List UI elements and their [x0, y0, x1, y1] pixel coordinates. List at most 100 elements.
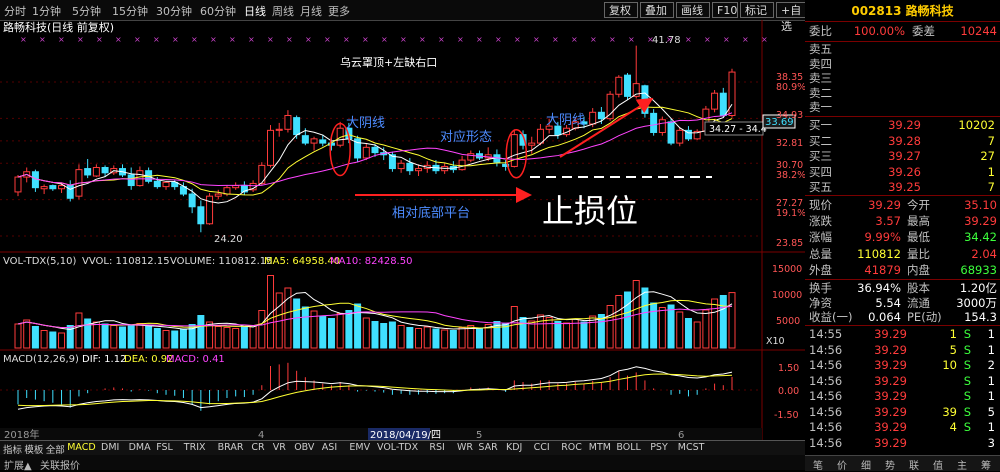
- tick-row: 14:56 39.29 39 S 5: [807, 405, 998, 420]
- candle: [66, 180, 74, 202]
- period-5[interactable]: 60分钟: [200, 3, 236, 19]
- tick-side: S: [963, 373, 971, 388]
- volume-bar: [519, 317, 527, 349]
- volume-bar: [371, 321, 379, 349]
- indicator-tab-4[interactable]: DMI: [101, 442, 119, 453]
- tick-price: 39.29: [874, 435, 907, 450]
- stat-label: 涨幅: [809, 230, 832, 245]
- price-tick: 19.1%: [776, 208, 805, 219]
- volume-bar: [293, 298, 301, 349]
- indicator-tab-8[interactable]: BRAR: [218, 442, 244, 453]
- volume-bar: [214, 326, 222, 349]
- indicator-tab-2[interactable]: 全部: [46, 442, 65, 456]
- svg-text:×: ×: [248, 35, 255, 44]
- candle: [275, 122, 283, 137]
- high-price-label: 41.78: [652, 35, 681, 46]
- indicator-tab-19[interactable]: CCI: [534, 442, 550, 453]
- annotation-cloud-cover: 乌云罩顶+左缺右口: [340, 55, 437, 69]
- weicha-label: 委差: [912, 24, 935, 38]
- quote-panel: 002813 路畅科技 委比 100.00% 委差 10244 卖五 卖四 卖三 卖二…: [805, 0, 1000, 470]
- svg-text:×: ×: [229, 35, 236, 44]
- indicator-tab-24[interactable]: MCST: [678, 442, 705, 453]
- volume-bar: [502, 323, 510, 349]
- period-9[interactable]: 更多: [328, 3, 350, 19]
- period-3[interactable]: 15分钟: [112, 3, 148, 19]
- volume-bar: [92, 321, 100, 349]
- candle: [684, 126, 692, 141]
- toolbar-button-4[interactable]: 标记: [740, 2, 774, 18]
- indicator-tab-14[interactable]: VOL-TDX: [377, 442, 418, 453]
- indicator-tab-5[interactable]: DMA: [129, 442, 151, 453]
- indicator-tab-0[interactable]: 指标: [3, 442, 22, 456]
- stat-value: 2.04: [971, 246, 997, 261]
- sell-label: 卖五: [809, 42, 832, 56]
- volume-bar: [380, 323, 388, 349]
- fundamental-value: 0.064: [868, 310, 901, 324]
- toolbar-button-0[interactable]: 复权: [604, 2, 638, 18]
- candle: [214, 189, 222, 200]
- price-tick: 32.81: [776, 138, 803, 149]
- stat-value: 39.29: [964, 214, 997, 229]
- tick-volume: 1: [949, 327, 957, 341]
- buy-label: 买五: [809, 180, 832, 194]
- volume-bar: [84, 318, 92, 349]
- svg-text:×: ×: [115, 35, 122, 44]
- fundamental-row: 收益(一) 0.064 PE(动) 154.3: [807, 310, 998, 324]
- indicator-tab-20[interactable]: ROC: [561, 442, 582, 453]
- svg-text:×: ×: [191, 35, 198, 44]
- period-0[interactable]: 分时: [4, 3, 26, 19]
- svg-text:×: ×: [742, 35, 749, 44]
- indicator-tab-10[interactable]: VR: [273, 442, 286, 453]
- volume-bar: [397, 325, 405, 349]
- indicator-tab-3[interactable]: MACD: [67, 442, 95, 453]
- indicator-tab-1[interactable]: 模板: [24, 442, 43, 456]
- indicator-tab-17[interactable]: SAR: [478, 442, 497, 453]
- volume-bar: [171, 330, 179, 349]
- buy-price: 39.26: [888, 164, 921, 179]
- period-7[interactable]: 周线: [272, 3, 294, 19]
- indicator-tab-9[interactable]: CR: [251, 442, 264, 453]
- candle: [728, 68, 736, 118]
- toolbar-button-1[interactable]: 叠加: [640, 2, 674, 18]
- indicator-tab-18[interactable]: KDJ: [506, 442, 522, 453]
- indicator-tab-15[interactable]: RSI: [429, 442, 444, 453]
- volume-bar: [162, 330, 170, 349]
- toolbar-button-2[interactable]: 画线: [676, 2, 710, 18]
- volume-bar: [415, 328, 423, 349]
- indicator-tab-13[interactable]: EMV: [349, 442, 370, 453]
- svg-text:×: ×: [172, 35, 179, 44]
- period-2[interactable]: 5分钟: [72, 3, 101, 19]
- period-6[interactable]: 日线: [244, 3, 266, 19]
- toolbar-button-3[interactable]: F10: [712, 2, 738, 18]
- tick-time: 14:56: [809, 435, 843, 450]
- buy-volume: 1: [987, 164, 995, 179]
- chart-area[interactable]: × × × × × × × × × × × × × × × × × × × × × × × × × × × × × × × × × × × × × × × ×…: [0, 20, 805, 450]
- indicator-tab-6[interactable]: FSL: [156, 442, 173, 453]
- period-1[interactable]: 1分钟: [32, 3, 61, 19]
- indicator-tab-16[interactable]: WR: [457, 442, 473, 453]
- ma5-value: MA5: 64958.40: [264, 256, 340, 267]
- volume-bar: [110, 325, 118, 349]
- candle: [658, 116, 666, 136]
- volume-bar: [667, 304, 675, 349]
- svg-text:×: ×: [267, 35, 274, 44]
- indicator-tab-22[interactable]: BOLL: [616, 442, 640, 453]
- kline-chart[interactable]: × × × × × × × × × × × × × × × × × × × × × × × × × × × × × × × × × × × × × × × ×…: [0, 20, 805, 450]
- svg-text:×: ×: [305, 35, 312, 44]
- indicator-tab-23[interactable]: PSY: [650, 442, 668, 453]
- candle: [223, 185, 231, 197]
- indicator-tab-11[interactable]: OBV: [294, 442, 314, 453]
- svg-text:×: ×: [533, 35, 540, 44]
- tick-side: S: [963, 404, 971, 419]
- period-8[interactable]: 月线: [300, 3, 322, 19]
- tick-row: 14:56 39.29 3: [807, 436, 998, 451]
- indicator-tab-7[interactable]: TRIX: [184, 442, 206, 453]
- indicator-tab-12[interactable]: ASI: [322, 442, 337, 453]
- period-4[interactable]: 30分钟: [156, 3, 192, 19]
- volume-bar: [31, 326, 39, 349]
- tick-row: 14:56 39.29 5 S 1: [807, 343, 998, 358]
- buy-price: 39.28: [888, 133, 921, 148]
- volume-bar: [101, 323, 109, 349]
- buy-row: 买三 39.27 27: [807, 149, 998, 164]
- indicator-tab-21[interactable]: MTM: [589, 442, 611, 453]
